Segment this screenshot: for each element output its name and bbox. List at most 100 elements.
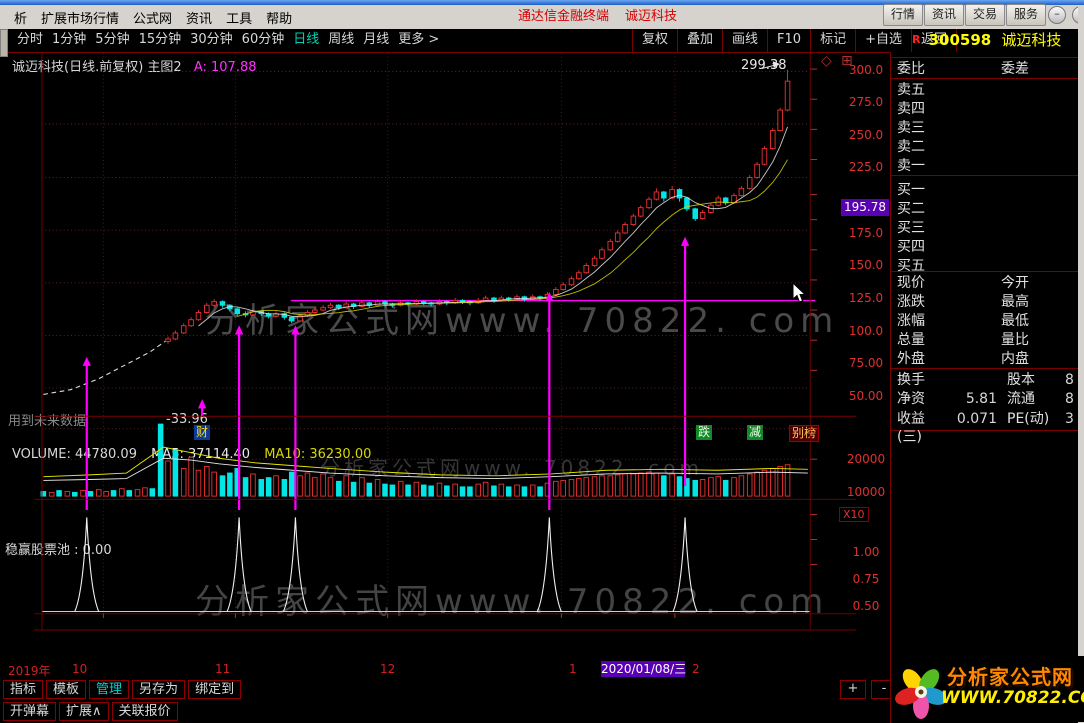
- menu-item-extended-market[interactable]: 扩展市场行情: [41, 8, 119, 27]
- candle: [638, 208, 643, 216]
- volume-bar: [762, 470, 767, 496]
- candlestick-chart[interactable]: [0, 52, 890, 678]
- volume-bar: [251, 474, 256, 496]
- draw-line-button[interactable]: 画线: [723, 29, 768, 52]
- candle: [204, 305, 209, 312]
- buy-2-row: 买二: [897, 200, 925, 218]
- volume-bar: [654, 473, 659, 496]
- formula-statusbar: 指标 模板 管理 另存为 绑定到: [0, 678, 890, 700]
- candle: [360, 303, 365, 307]
- volume-bar: [289, 472, 294, 496]
- menu-item-formula-web[interactable]: 公式网: [133, 8, 172, 27]
- menu-item-news[interactable]: 资讯: [186, 8, 212, 27]
- tab-15min[interactable]: 15分钟: [139, 29, 182, 52]
- window-right-edge[interactable]: [1078, 5, 1084, 723]
- volume-bar: [483, 482, 488, 496]
- menu-item-help[interactable]: 帮助: [266, 8, 292, 27]
- candle: [755, 164, 760, 177]
- volume-bar: [135, 490, 140, 496]
- save-as-button[interactable]: 另存为: [132, 680, 185, 699]
- candle: [569, 279, 574, 285]
- annotation-arrow-head: [773, 61, 780, 67]
- tab-1min[interactable]: 1分钟: [52, 29, 86, 52]
- template-button[interactable]: 模板: [46, 680, 86, 699]
- bind-to-button[interactable]: 绑定到: [188, 680, 241, 699]
- linked-quote-button[interactable]: 关联报价: [112, 702, 178, 721]
- candle: [173, 333, 178, 339]
- candle: [421, 302, 426, 303]
- candle: [739, 188, 744, 195]
- quote-button[interactable]: 行情: [883, 4, 923, 26]
- volume-bar: [282, 479, 287, 496]
- sell-3-row: 卖三: [897, 119, 925, 137]
- volume-bar: [515, 485, 520, 496]
- indicator-spike: [283, 517, 307, 611]
- high-label: 最高: [1001, 293, 1079, 311]
- volume-bar: [57, 491, 62, 497]
- stock-info: R 300598 诚迈科技: [912, 29, 1061, 52]
- tdx-terminal-window: 析 扩展市场行情 公式网 资讯 工具 帮助 通达信金融终端 诚迈科技 行情 资讯…: [0, 0, 1084, 723]
- candle: [608, 241, 613, 249]
- tab-5min[interactable]: 5分钟: [95, 29, 129, 52]
- overlay-button[interactable]: 叠加: [678, 29, 723, 52]
- manage-button[interactable]: 管理: [89, 680, 129, 699]
- tab-fenshi[interactable]: 分时: [17, 29, 43, 52]
- mark-button[interactable]: 标记: [811, 29, 856, 52]
- ma10-line: [237, 160, 787, 317]
- tab-weekly[interactable]: 周线: [328, 29, 354, 52]
- volume-bar: [406, 485, 411, 496]
- volume-bar: [647, 472, 652, 496]
- low-label: 最低: [1001, 312, 1079, 330]
- volume-bar: [259, 479, 264, 496]
- tab-daily[interactable]: 日线: [293, 29, 319, 52]
- total-vol-label: 总量: [897, 331, 1001, 349]
- trade-button[interactable]: 交易: [965, 4, 1005, 26]
- volume-bar: [723, 480, 728, 496]
- tab-60min[interactable]: 60分钟: [242, 29, 285, 52]
- stats-row: 净资 5.81 流通 8: [891, 390, 1079, 408]
- candle: [553, 290, 558, 295]
- volume-bar: [577, 479, 582, 497]
- info-button[interactable]: 资讯: [924, 4, 964, 26]
- volume-bar: [492, 486, 497, 496]
- minimize-button[interactable]: –: [1048, 6, 1066, 24]
- volume-bar: [228, 473, 233, 496]
- indicator-spike: [227, 517, 251, 611]
- info-row: 现价 今开: [891, 274, 1079, 292]
- sell-2-row: 卖二: [897, 138, 925, 156]
- adjust-price-button[interactable]: 复权: [633, 29, 678, 52]
- volume-bar: [298, 476, 303, 496]
- menu-item-tools[interactable]: 工具: [226, 8, 252, 27]
- service-button[interactable]: 服务: [1006, 4, 1046, 26]
- expand-button[interactable]: 扩展∧: [59, 702, 109, 721]
- zoom-in-button[interactable]: +: [840, 680, 866, 699]
- timeframe-group: 分时 1分钟 5分钟 15分钟 30分钟 60分钟 日线 周线 月线 更多 >: [8, 29, 439, 52]
- candle: [662, 192, 667, 198]
- volume-bar: [337, 481, 342, 496]
- volume-bar: [375, 479, 380, 496]
- volume-bar: [351, 482, 356, 496]
- volume-bar: [173, 450, 178, 496]
- volume-bar: [111, 491, 116, 497]
- indicator-spike: [75, 517, 99, 611]
- menu-item-analysis[interactable]: 析: [14, 8, 27, 27]
- indicator-button[interactable]: 指标: [3, 680, 43, 699]
- add-watchlist-button[interactable]: +自选: [856, 29, 912, 52]
- net-asset-label: 净资: [897, 390, 947, 408]
- candle: [321, 308, 326, 310]
- weibi-label: 委比: [897, 60, 1001, 78]
- tab-more[interactable]: 更多 >: [398, 29, 439, 52]
- volume-bar: [143, 488, 148, 496]
- candle: [577, 273, 582, 279]
- danmaku-button[interactable]: 开弹幕: [3, 702, 56, 721]
- volume-bar: [453, 484, 458, 496]
- buy-5-row: 买五: [897, 257, 925, 275]
- info-row: 总量 量比: [891, 331, 1079, 349]
- sell-4-row: 卖四: [897, 100, 925, 118]
- tab-30min[interactable]: 30分钟: [190, 29, 233, 52]
- volume-bar: [755, 472, 760, 496]
- candle: [623, 225, 628, 233]
- tab-monthly[interactable]: 月线: [363, 29, 389, 52]
- f10-button[interactable]: F10: [768, 29, 811, 52]
- candle: [615, 233, 620, 241]
